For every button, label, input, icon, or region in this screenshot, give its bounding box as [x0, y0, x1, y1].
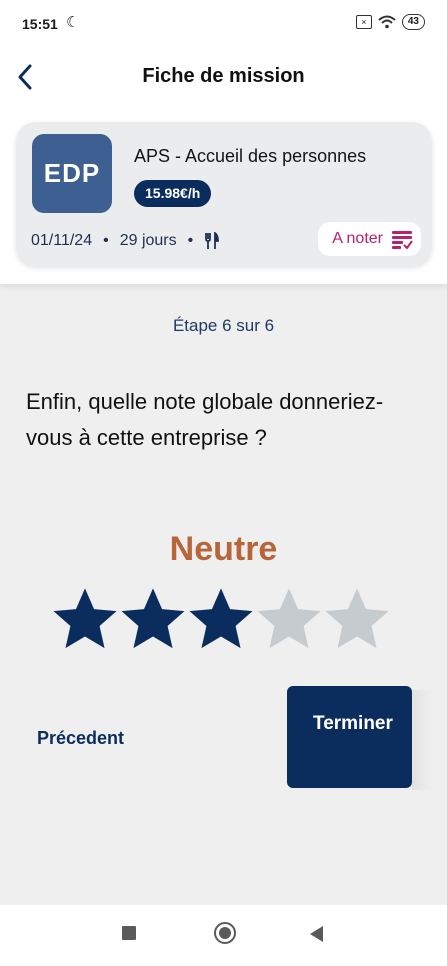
rate-mission-button[interactable]: A noter [318, 222, 421, 256]
star-rating[interactable] [50, 584, 390, 654]
rating-label: Neutre [169, 530, 278, 568]
mission-meta: 01/11/24 • 29 jours • [31, 232, 220, 250]
finish-button-label: Terminer [313, 713, 393, 734]
star-4-icon[interactable] [254, 584, 324, 654]
restaurant-icon [205, 232, 220, 249]
status-icons: × 43 [355, 14, 425, 30]
rate-mission-label: A noter [332, 230, 383, 247]
mission-title: APS - Accueil des personnes [134, 146, 367, 166]
previous-button[interactable]: Précedent [37, 728, 124, 749]
battery-icon: 43 [401, 14, 425, 30]
mission-date: 01/11/24 [31, 232, 93, 249]
company-logo: EDP [32, 134, 112, 213]
mission-card[interactable]: EDP APS - Accueil des personnes 15.98€/h… [16, 122, 432, 266]
step-indicator: Étape 6 sur 6 [172, 316, 275, 335]
star-1-icon[interactable] [50, 584, 120, 654]
home-icon[interactable] [214, 922, 236, 944]
star-5-icon[interactable] [322, 584, 392, 654]
checklist-icon [392, 229, 413, 249]
finish-button[interactable]: Terminer [287, 686, 412, 788]
star-3-icon[interactable] [186, 584, 256, 654]
hourly-rate-badge: 15.98€/h [134, 180, 212, 207]
wifi-icon [378, 15, 396, 29]
sim-icon: × [355, 15, 372, 29]
question-text: Enfin, quelle note globale donneriez-vou… [26, 389, 384, 450]
page-title: Fiche de mission [142, 65, 305, 87]
recent-apps-icon[interactable] [122, 926, 136, 940]
status-time: 15:51 [22, 16, 58, 32]
mission-duration: 29 jours [119, 232, 177, 249]
status-bar: 15:51 ☾ × 43 [0, 0, 447, 50]
finish-button-shadow [412, 690, 430, 790]
back-icon[interactable] [310, 926, 323, 942]
star-2-icon[interactable] [118, 584, 188, 654]
do-not-disturb-icon: ☾ [66, 14, 80, 31]
separator-dot: • [187, 232, 194, 249]
separator-dot: • [103, 232, 109, 249]
